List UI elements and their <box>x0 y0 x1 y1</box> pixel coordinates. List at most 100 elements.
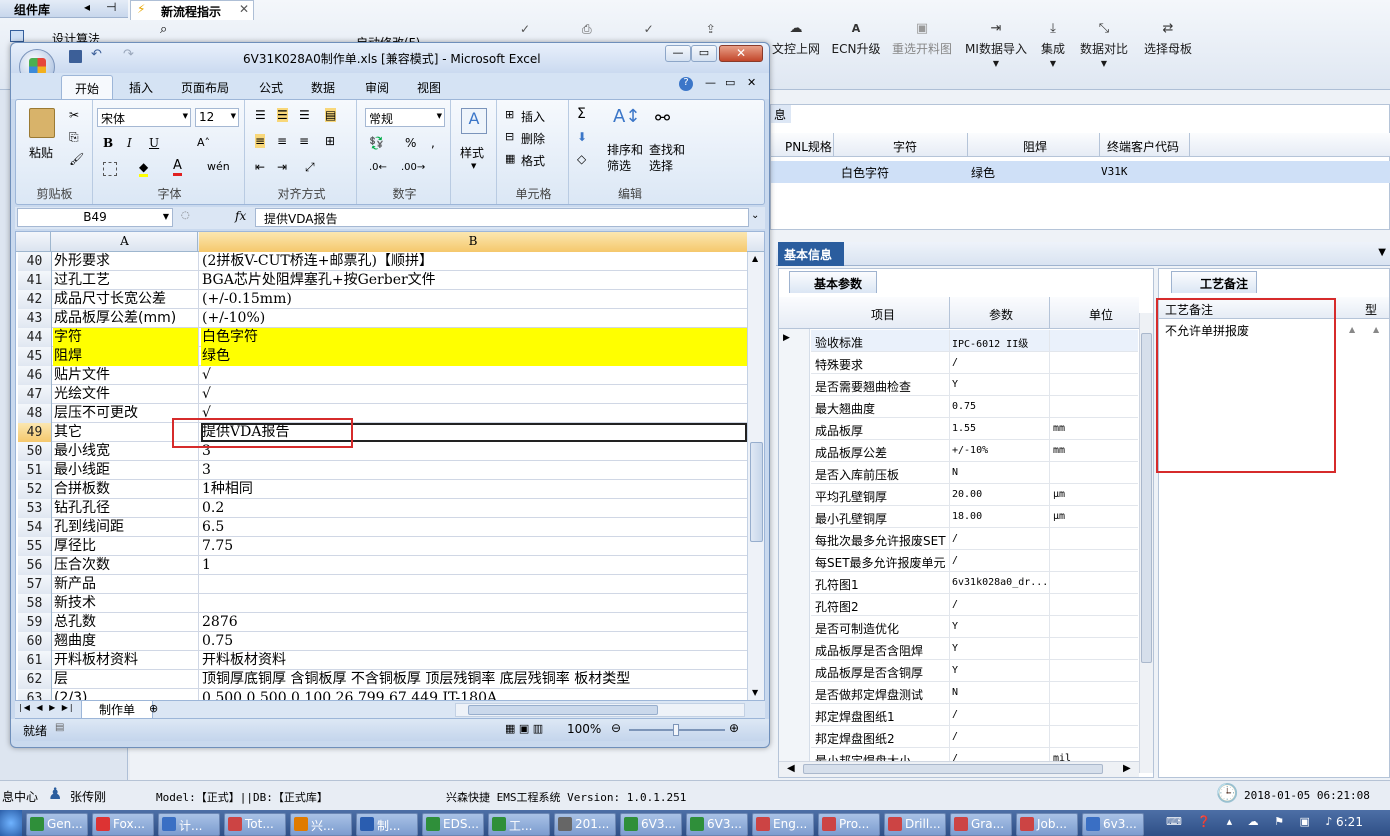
cell-a[interactable]: 成品尺寸长宽公差 <box>53 290 199 309</box>
row-header[interactable]: 42 <box>18 290 52 309</box>
col-header-pnl[interactable]: PNL规格 <box>785 138 832 155</box>
param-value[interactable]: 0.75 <box>952 401 976 412</box>
select-mother-board-button[interactable]: ⇄ 选择母板 <box>1142 20 1194 72</box>
table-row[interactable]: 49 其它 提供VDA报告 <box>18 423 748 442</box>
taskbar-item[interactable]: Gra... <box>950 813 1012 836</box>
table-row[interactable]: 41 过孔工艺 BGA芯片处阻焊塞孔+按Gerber文件 <box>18 271 748 290</box>
param-value[interactable]: +/-10% <box>952 445 988 456</box>
function-icon[interactable]: fx <box>235 209 246 223</box>
param-value[interactable]: / <box>952 533 958 544</box>
font-color-icon[interactable]: A <box>173 158 182 176</box>
cell-b[interactable]: 开料板材资料 <box>201 651 747 670</box>
taskbar-item[interactable]: Gen... <box>26 813 88 836</box>
cell-b[interactable]: 0.75 <box>201 632 747 651</box>
taskbar-item[interactable]: 工... <box>488 813 550 836</box>
scroll-up-icon[interactable]: ▲ <box>752 254 758 263</box>
merge-icon[interactable]: ⊞ <box>325 134 335 148</box>
table-row[interactable]: 47 光绘文件 √ <box>18 385 748 404</box>
taskbar-clock[interactable]: 6:21 <box>1336 815 1363 829</box>
cell-b[interactable]: √ <box>201 385 747 404</box>
taskbar-item[interactable]: 6V3... <box>686 813 748 836</box>
cell-a[interactable]: 开料板材资料 <box>53 651 199 670</box>
param-row[interactable]: 孔符图2 / <box>811 594 1138 616</box>
row-header[interactable]: 63 <box>18 689 52 700</box>
table-row[interactable]: 45 阻焊 绿色 <box>18 347 748 366</box>
cell-a[interactable]: 翘曲度 <box>53 632 199 651</box>
row-header[interactable]: 47 <box>18 385 52 404</box>
select-all-corner[interactable] <box>16 232 51 252</box>
row-header[interactable]: 52 <box>18 480 52 499</box>
delete-cells-label[interactable]: 删除 <box>521 130 545 147</box>
cell-b[interactable]: 3 <box>201 461 747 480</box>
copy-icon[interactable]: ⎘ <box>69 130 79 145</box>
number-format-select[interactable]: 常规 ▼ <box>365 108 445 127</box>
sheet-tab-active[interactable]: 制作单 <box>81 701 153 719</box>
italic-icon[interactable]: I <box>127 136 132 150</box>
table-row[interactable]: 48 层压不可更改 √ <box>18 404 748 423</box>
table-row[interactable]: 40 外形要求 (2拼板V-CUT桥连+邮票孔)【顺拼】 <box>18 252 748 271</box>
orientation-icon[interactable]: ⤢ <box>305 160 315 175</box>
view-normal-icon[interactable]: ▦ ▣ ▥ <box>505 722 543 735</box>
align-middle-icon[interactable]: ☰ <box>277 108 288 122</box>
col-header-param[interactable]: 参数 <box>989 306 1013 323</box>
new-sheet-icon[interactable]: ⊕ <box>149 702 158 715</box>
param-value[interactable]: 20.00 <box>952 489 982 500</box>
table-row[interactable]: 55 厚径比 7.75 <box>18 537 748 556</box>
cell-a[interactable]: 过孔工艺 <box>53 271 199 290</box>
cell-b[interactable]: (+/-10%) <box>201 309 747 328</box>
maximize-button[interactable]: ▭ <box>691 45 717 62</box>
save-icon[interactable] <box>69 50 82 63</box>
cut-icon[interactable]: ✂ <box>69 108 79 122</box>
hscroll-thumb[interactable] <box>468 705 658 715</box>
cell-a[interactable]: 合拼板数 <box>53 480 199 499</box>
tab-view[interactable]: 视图 <box>417 79 441 96</box>
params-vscrollbar[interactable] <box>1139 313 1153 773</box>
row-header[interactable]: 40 <box>18 252 52 271</box>
row-header[interactable]: 46 <box>18 366 52 385</box>
align-bottom-icon[interactable]: ☰ <box>299 108 310 122</box>
row-header[interactable]: 43 <box>18 309 52 328</box>
zoom-slider-thumb[interactable] <box>673 724 679 736</box>
sheet-scroll-thumb[interactable] <box>750 442 763 542</box>
col-header-silkscreen[interactable]: 字符 <box>893 138 917 155</box>
cell-a[interactable]: 外形要求 <box>53 252 199 271</box>
start-button[interactable] <box>0 810 22 836</box>
indent-increase-icon[interactable]: ⇥ <box>277 160 287 174</box>
param-value[interactable]: 6v31k028a0_dr... <box>952 577 1048 588</box>
row-header[interactable]: 59 <box>18 613 52 632</box>
table-row[interactable]: 51 最小线距 3 <box>18 461 748 480</box>
scroll-right-icon[interactable]: ▶ <box>1123 763 1131 774</box>
fill-color-icon[interactable]: ◆ <box>139 160 149 177</box>
table-row[interactable]: 46 贴片文件 √ <box>18 366 748 385</box>
comma-icon[interactable]: , <box>431 136 435 150</box>
info-center-label[interactable]: 息中心 <box>2 788 38 805</box>
cell-b[interactable]: 绿色 <box>201 347 747 366</box>
param-row[interactable]: 是否可制造优化 Y <box>811 616 1138 638</box>
font-name-select[interactable]: 宋体 ▼ <box>97 108 191 127</box>
border-icon[interactable] <box>103 162 117 176</box>
row-header[interactable]: 44 <box>18 328 52 347</box>
param-row[interactable]: 平均孔壁铜厚 20.00 μm <box>811 484 1138 506</box>
table-row[interactable]: 60 翘曲度 0.75 <box>18 632 748 651</box>
cell-a[interactable]: 字符 <box>53 328 199 347</box>
decrease-decimal-icon[interactable]: .00→ <box>401 162 425 173</box>
dropdown-icon[interactable]: ▼ <box>1378 247 1386 258</box>
col-header-unit[interactable]: 单位 <box>1089 306 1113 323</box>
reselect-cut-image-button[interactable]: ▣ 重选开料图 <box>890 20 954 72</box>
sheet-hscrollbar[interactable] <box>455 703 745 717</box>
param-row[interactable]: 是否需要翘曲检查 Y <box>811 374 1138 396</box>
scroll-thumb[interactable] <box>1141 333 1152 663</box>
wrap-text-icon[interactable]: ▤ <box>325 108 337 122</box>
cell-a[interactable]: 钻孔孔径 <box>53 499 199 518</box>
param-value[interactable]: IPC-6012 II级 <box>952 335 1028 350</box>
row-header[interactable]: 57 <box>18 575 52 594</box>
currency-icon[interactable]: 💱 <box>369 136 384 150</box>
param-value[interactable]: Y <box>952 643 958 654</box>
table-row[interactable]: 52 合拼板数 1种相同 <box>18 480 748 499</box>
close-icon[interactable]: ✕ <box>239 2 249 16</box>
styles-icon[interactable]: A <box>461 108 487 134</box>
row-header[interactable]: 56 <box>18 556 52 575</box>
taskbar-item[interactable]: Tot... <box>224 813 286 836</box>
table-row[interactable]: 白色字符 绿色 V31K <box>771 161 1390 183</box>
find-select-label[interactable]: 查找和 选择 <box>649 142 685 174</box>
